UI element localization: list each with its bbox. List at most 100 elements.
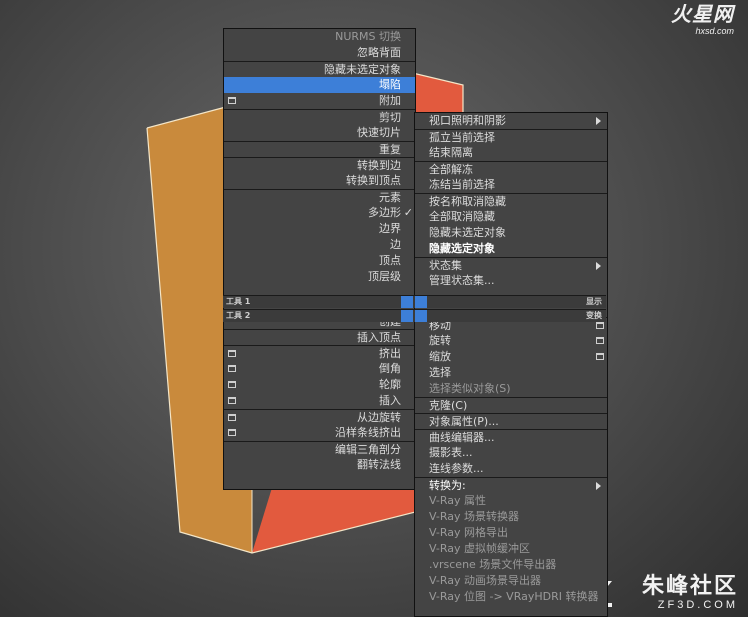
menu-item[interactable]: 编辑三角剖分 (224, 441, 415, 457)
checkbox-icon[interactable] (596, 353, 604, 360)
menu-item-label: 插入顶点 (357, 331, 401, 344)
menu-item[interactable]: 选择 (415, 365, 607, 381)
menu-item[interactable]: .vrscene 场景文件导出器 (415, 557, 607, 573)
hxsd-watermark-sub: hxsd.com (695, 26, 734, 36)
checkbox-icon[interactable] (228, 429, 236, 436)
quad-menu-left: NURMS 切换 忽略背面隐藏未选定对象 塌陷 附加 剪切 快速切片 重复转换到边转换到顶点… (223, 28, 416, 490)
menu-item[interactable]: 状态集 (415, 257, 607, 273)
submenu-arrow-icon (596, 262, 601, 270)
left-menu-upper: NURMS 切换 忽略背面隐藏未选定对象 塌陷 附加 剪切 快速切片 重复转换到边转换到顶点… (224, 29, 415, 285)
menu-item-label: 全部取消隐藏 (429, 210, 495, 223)
menu-item-label: 轮廓 (379, 378, 401, 391)
checkbox-icon[interactable] (228, 381, 236, 388)
menu-item[interactable]: 塌陷 (224, 77, 415, 93)
menu-item[interactable]: 结束隔离 (415, 145, 607, 161)
menu-item[interactable]: 隐藏未选定对象 (415, 225, 607, 241)
menu-item[interactable]: V-Ray 场景转换器 (415, 509, 607, 525)
menu-item[interactable]: 顶点 (224, 253, 415, 269)
menu-item[interactable]: 隐藏未选定对象 (224, 61, 415, 77)
checkbox-icon[interactable] (228, 414, 236, 421)
menu-item-label: 边界 (379, 222, 401, 235)
menu-item[interactable]: 转换为: (415, 477, 607, 493)
menu-item-label: V-Ray 动画场景导出器 (429, 574, 541, 587)
menu-item-label: 倒角 (379, 362, 401, 375)
checkbox-icon[interactable] (596, 337, 604, 344)
menu-item[interactable]: V-Ray 动画场景导出器 (415, 573, 607, 589)
menu-item[interactable]: 重复 (224, 141, 415, 157)
menu-item[interactable]: 插入顶点 (224, 329, 415, 345)
menu-item[interactable]: 附加 (224, 93, 415, 109)
menu-item[interactable]: 顶层级 (224, 269, 415, 285)
menu-item-label: V-Ray 虚拟帧缓冲区 (429, 542, 530, 555)
checkbox-icon[interactable] (228, 350, 236, 357)
menu-item-label: 对象属性(P)... (429, 415, 499, 428)
menu-item-label: 转换为: (429, 479, 466, 492)
menu-item[interactable]: NURMS 切换 (224, 29, 415, 45)
menu-item[interactable]: 旋转 (415, 333, 607, 349)
menu-item[interactable]: 挤出 (224, 345, 415, 361)
menu-item[interactable]: 从边旋转 (224, 409, 415, 425)
menu-item-label: 选择 (429, 366, 451, 379)
menu-item[interactable]: 全部取消隐藏 (415, 209, 607, 225)
menu-item-label: 顶点 (379, 254, 401, 267)
menu-item[interactable]: V-Ray 网格导出 (415, 525, 607, 541)
menu-item[interactable]: 摄影表... (415, 445, 607, 461)
menu-item-label: 翻转法线 (357, 458, 401, 471)
menu-item[interactable]: V-Ray 位图 -> VRayHDRI 转换器 (415, 589, 607, 605)
menu-item-label: 隐藏未选定对象 (429, 226, 506, 239)
menu-item-label: 顶层级 (368, 270, 401, 283)
menu-item[interactable]: 管理状态集... (415, 273, 607, 289)
hxsd-watermark: 火星网 hxsd.com (671, 4, 734, 36)
checkbox-icon[interactable] (228, 97, 236, 104)
checkbox-icon[interactable] (596, 322, 604, 329)
quad-selector-bottom[interactable] (401, 310, 427, 322)
menu-item-label: 转换到边 (357, 159, 401, 172)
menu-item-label: 摄影表... (429, 446, 473, 459)
menu-item-label: 边 (390, 238, 401, 251)
menu-item[interactable]: 边界 (224, 221, 415, 237)
left-menu-lower: 创建插入顶点挤出倒角轮廓插入从边旋转沿样条线挤出编辑三角剖分翻转法线 (224, 313, 415, 473)
menu-item-label: 从边旋转 (357, 411, 401, 424)
menu-item[interactable]: 缩放 (415, 349, 607, 365)
menu-item[interactable]: 多边形 ✓ (224, 205, 415, 221)
menu-item-label: 挤出 (379, 347, 401, 360)
menu-item[interactable]: 转换到边 (224, 157, 415, 173)
zf3d-watermark-sub: ZF3D.COM (657, 599, 738, 611)
menu-item[interactable]: 隐藏选定对象 (415, 241, 607, 257)
quad-menu-right: 视口照明和阴影 孤立当前选择 结束隔离 全部解冻 冻结当前选择 按名称取消隐藏 全部取消隐藏… (414, 112, 608, 617)
checkbox-icon[interactable] (228, 365, 236, 372)
menu-item-label: 转换到顶点 (346, 174, 401, 187)
menu-item-label: 连线参数... (429, 462, 484, 475)
menu-item[interactable]: 倒角 (224, 361, 415, 377)
menu-item[interactable]: 连线参数... (415, 461, 607, 477)
menu-item-label: 隐藏未选定对象 (324, 63, 401, 76)
menu-item[interactable]: 翻转法线 (224, 457, 415, 473)
menu-item-label: 沿样条线挤出 (335, 426, 401, 439)
menu-item[interactable]: 冻结当前选择 (415, 177, 607, 193)
menu-item-label: V-Ray 场景转换器 (429, 510, 519, 523)
menu-item[interactable]: 沿样条线挤出 (224, 425, 415, 441)
menu-item[interactable]: 转换到顶点 (224, 173, 415, 189)
menu-item[interactable]: 全部解冻 (415, 161, 607, 177)
menu-item[interactable]: V-Ray 虚拟帧缓冲区 (415, 541, 607, 557)
menu-item[interactable]: 按名称取消隐藏 (415, 193, 607, 209)
menu-item[interactable]: 剪切 (224, 109, 415, 125)
menu-item[interactable]: 插入 (224, 393, 415, 409)
menu-item[interactable]: 边 (224, 237, 415, 253)
menu-item[interactable]: 元素 (224, 189, 415, 205)
menu-item-label: V-Ray 属性 (429, 494, 486, 507)
menu-item[interactable]: 克隆(C) (415, 397, 607, 413)
menu-item[interactable]: 选择类似对象(S) (415, 381, 607, 397)
menu-item[interactable]: 忽略背面 (224, 45, 415, 61)
menu-item[interactable]: 快速切片 (224, 125, 415, 141)
quad-selector-top[interactable] (401, 296, 427, 308)
checkbox-icon[interactable] (228, 397, 236, 404)
menu-item[interactable]: 曲线编辑器... (415, 429, 607, 445)
menu-item[interactable]: 轮廓 (224, 377, 415, 393)
transform-label: 变换 (586, 311, 602, 320)
menu-item[interactable]: 视口照明和阴影 (415, 113, 607, 129)
menu-item[interactable]: V-Ray 属性 (415, 493, 607, 509)
menu-item[interactable]: 孤立当前选择 (415, 129, 607, 145)
menu-item-label: .vrscene 场景文件导出器 (429, 558, 557, 571)
menu-item[interactable]: 对象属性(P)... (415, 413, 607, 429)
